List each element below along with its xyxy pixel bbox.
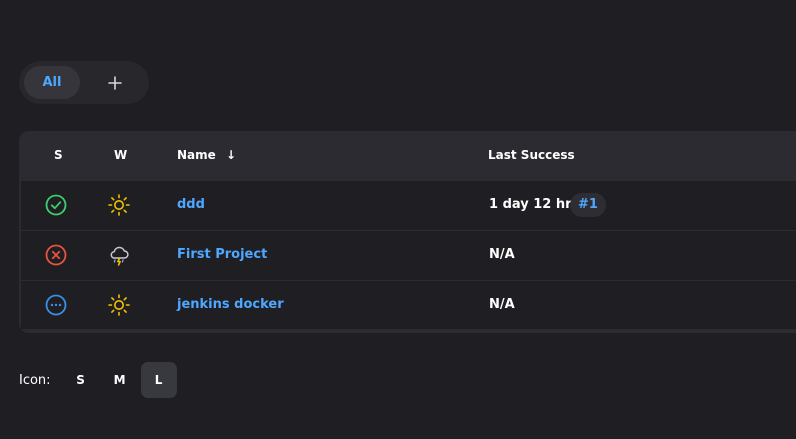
last-success-time: N/A <box>489 247 515 262</box>
table-row: jenkins docker N/A <box>21 281 796 330</box>
table-header: S W Name ↓ Last Success <box>19 131 796 181</box>
job-link-first-project[interactable]: First Project <box>177 247 267 262</box>
job-link-ddd[interactable]: ddd <box>177 197 205 212</box>
last-success-time: 1 day 12 hr <box>489 197 572 212</box>
table-row: First Project N/A <box>21 231 796 281</box>
build-number-link[interactable]: #1 <box>570 193 606 217</box>
icon-size-large-button[interactable]: L <box>140 362 177 398</box>
icon-size-label: Icon: <box>19 372 51 388</box>
column-header-status[interactable]: S <box>54 148 63 162</box>
not-built-status-icon <box>45 294 67 316</box>
jenkins-dashboard: All S W Name ↓ Last Success ddd 1 day 12… <box>0 0 796 439</box>
sunny-weather-icon <box>108 294 130 316</box>
column-header-weather[interactable]: W <box>114 148 127 162</box>
view-tabs: All <box>19 61 149 104</box>
column-header-name[interactable]: Name ↓ <box>177 148 236 162</box>
table-row: ddd 1 day 12 hr #1 <box>21 181 796 231</box>
column-header-name-label: Name <box>177 148 216 162</box>
table-body: ddd 1 day 12 hr #1 First Project N/A jen… <box>21 181 796 329</box>
last-success-time: N/A <box>489 297 515 312</box>
tab-all[interactable]: All <box>24 66 80 99</box>
add-view-button[interactable] <box>90 66 140 99</box>
column-header-last-success[interactable]: Last Success <box>488 148 575 162</box>
sunny-weather-icon <box>108 194 130 216</box>
icon-size-small-button[interactable]: S <box>63 362 99 398</box>
sort-descending-icon: ↓ <box>225 148 237 162</box>
plus-icon <box>108 75 122 90</box>
jobs-table: S W Name ↓ Last Success ddd 1 day 12 hr … <box>19 131 796 333</box>
icon-size-medium-button[interactable]: M <box>102 362 138 398</box>
icon-size-switcher: Icon: S M L <box>19 362 180 398</box>
failed-status-icon <box>45 244 67 266</box>
success-status-icon <box>45 194 67 216</box>
job-link-jenkins-docker[interactable]: jenkins docker <box>177 297 284 312</box>
thunderstorm-weather-icon <box>110 246 129 266</box>
